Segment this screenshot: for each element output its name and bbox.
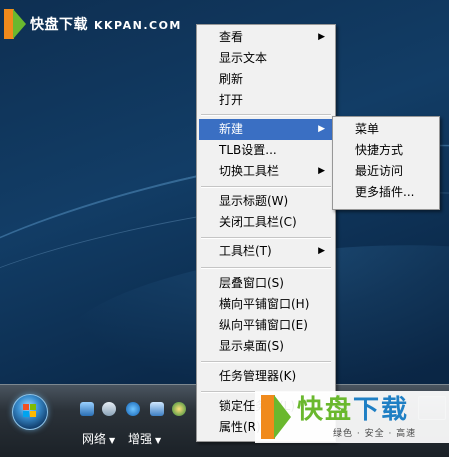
internet-explorer-icon[interactable] xyxy=(126,402,140,416)
menu-item-toolbars[interactable]: 工具栏(T) ▶ xyxy=(199,241,333,262)
menu-item-show-text[interactable]: 显示文本 xyxy=(199,48,333,69)
watermark-title-2: 下载 xyxy=(353,395,410,425)
menu-item-label: 最近访问 xyxy=(355,164,404,178)
submenu-arrow-icon: ▶ xyxy=(318,246,325,256)
submenu-item-recent[interactable]: 最近访问 xyxy=(335,161,437,182)
menu-item-refresh[interactable]: 刷新 xyxy=(199,69,333,90)
submenu-arrow-icon: ▶ xyxy=(318,124,325,134)
network-people-icon[interactable] xyxy=(172,402,186,416)
submenu-item-more-plugins[interactable]: 更多插件... xyxy=(335,182,437,203)
menu-separator xyxy=(201,186,331,188)
menu-item-label: 新建 xyxy=(219,122,244,136)
menu-item-view[interactable]: 查看 ▶ xyxy=(199,27,333,48)
kkpan-logo-icon xyxy=(4,9,26,39)
chevron-down-icon: ▼ xyxy=(109,436,116,445)
submenu-item-shortcut[interactable]: 快捷方式 xyxy=(335,140,437,161)
user-icon[interactable] xyxy=(102,402,116,416)
menu-item-label: 横向平铺窗口(H) xyxy=(219,297,310,311)
menu-item-label: 工具栏(T) xyxy=(219,244,272,258)
menu-separator xyxy=(201,114,331,116)
menu-item-label: 更多插件... xyxy=(355,185,415,199)
watermark-cn-text: 快盘下载 xyxy=(30,17,88,33)
taskbar-context-menu: 查看 ▶ 显示文本 刷新 打开 新建 ▶ TLB设置... 切换工具栏 ▶ 显示标题(… xyxy=(196,24,336,442)
start-button[interactable] xyxy=(12,394,48,430)
menu-item-close-toolbar[interactable]: 关闭工具栏(C) xyxy=(199,212,333,233)
menu-item-label: 任务管理器(K) xyxy=(219,369,297,383)
enhance-toolbar-button[interactable]: 增强 ▼ xyxy=(128,430,161,447)
menu-item-show-desktop[interactable]: 显示桌面(S) xyxy=(199,336,333,357)
submenu-arrow-icon: ▶ xyxy=(318,166,325,176)
menu-item-switch-toolbar[interactable]: 切换工具栏 ▶ xyxy=(199,161,333,182)
submenu-arrow-icon: ▶ xyxy=(318,32,325,42)
menu-item-show-title[interactable]: 显示标题(W) xyxy=(199,191,333,212)
new-submenu: 菜单 快捷方式 最近访问 更多插件... xyxy=(332,116,440,210)
document-icon[interactable] xyxy=(150,402,164,416)
submenu-item-menu[interactable]: 菜单 xyxy=(335,119,437,140)
menu-item-label: 打开 xyxy=(219,93,244,107)
chevron-down-icon: ▼ xyxy=(155,436,162,445)
watermark-title-1: 快盘 xyxy=(297,395,354,425)
menu-item-label: TLB设置... xyxy=(219,143,277,157)
menu-item-label: 刷新 xyxy=(219,72,244,86)
menu-item-label: 关闭工具栏(C) xyxy=(219,215,297,229)
menu-item-label: 显示标题(W) xyxy=(219,194,289,208)
menu-item-task-manager[interactable]: 任务管理器(K) xyxy=(199,366,333,387)
menu-item-label: 纵向平铺窗口(E) xyxy=(219,318,308,332)
menu-item-tile-vertical[interactable]: 纵向平铺窗口(E) xyxy=(199,315,333,336)
watermark-subtitle: 绿色 · 安全 · 高速 xyxy=(333,429,417,439)
menu-item-tile-horizontal[interactable]: 横向平铺窗口(H) xyxy=(199,294,333,315)
watermark-en-text: KKPAN.COM xyxy=(94,19,182,32)
enhance-label: 增强 xyxy=(128,432,153,446)
network-label: 网络 xyxy=(82,432,107,446)
ie-settings-icon[interactable] xyxy=(80,402,94,416)
menu-item-tlb-settings[interactable]: TLB设置... xyxy=(199,140,333,161)
windows-logo-icon xyxy=(23,404,37,418)
menu-item-label: 显示文本 xyxy=(219,51,268,65)
menu-separator xyxy=(201,361,331,363)
menu-item-new[interactable]: 新建 ▶ xyxy=(199,119,333,140)
menu-separator xyxy=(201,267,331,269)
menu-item-label: 切换工具栏 xyxy=(219,164,280,178)
menu-item-open[interactable]: 打开 xyxy=(199,90,333,111)
watermark-top: 快盘下载 KKPAN.COM xyxy=(4,8,182,40)
watermark-bottom: 快盘下载 绿色 · 安全 · 高速 xyxy=(255,391,449,443)
menu-item-label: 显示桌面(S) xyxy=(219,339,284,353)
menu-item-label: 快捷方式 xyxy=(355,143,404,157)
menu-item-label: 查看 xyxy=(219,30,244,44)
menu-item-cascade-windows[interactable]: 层叠窗口(S) xyxy=(199,273,333,294)
menu-separator xyxy=(201,237,331,239)
menu-item-label: 菜单 xyxy=(355,122,380,136)
kkpan-logo-icon xyxy=(261,395,291,439)
network-toolbar-button[interactable]: 网络 ▼ xyxy=(82,430,115,447)
menu-item-label: 层叠窗口(S) xyxy=(219,276,284,290)
